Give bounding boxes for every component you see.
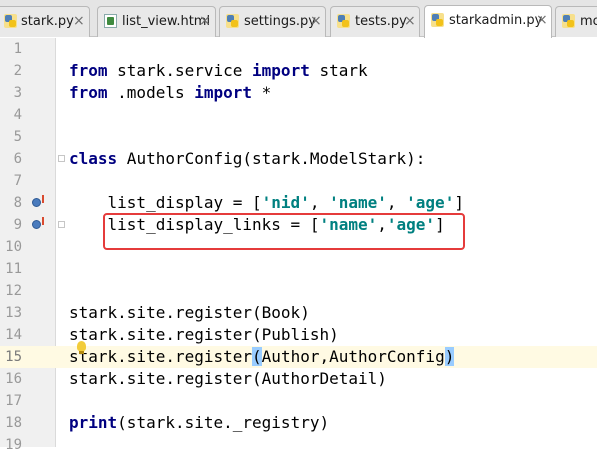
line-number: 2: [13, 63, 22, 79]
line-number: 5: [13, 129, 22, 145]
current-code-line: 15 stark.site.register(Author,AuthorConf…: [0, 346, 597, 368]
line-number: 15: [5, 349, 22, 365]
code-segment: (stark.site._registry): [117, 413, 330, 432]
code-line: 18 print(stark.site._registry): [0, 412, 597, 434]
close-icon[interactable]: ×: [536, 12, 548, 28]
tab-label: list_view.html: [122, 14, 211, 29]
line-number: 19: [5, 437, 22, 453]
code-line: 2 from stark.service import stark: [0, 60, 597, 82]
override-marker-icon[interactable]: [32, 195, 44, 207]
keyword: import: [252, 61, 310, 80]
code-segment: stark.site.register: [69, 347, 253, 366]
code-line: 12: [0, 280, 597, 302]
tab-settings-py[interactable]: settings.py ×: [219, 6, 326, 37]
line-number: 7: [13, 173, 22, 189]
fold-marker-icon[interactable]: [58, 155, 65, 162]
line-number: 1: [13, 41, 22, 57]
tab-label: starkadmin.py: [449, 13, 543, 28]
class-declaration: AuthorConfig(stark.ModelStark):: [117, 149, 426, 168]
code-segment: ,: [386, 193, 407, 212]
matched-paren: ): [444, 347, 455, 366]
code-line: 17: [0, 390, 597, 412]
fold-marker-icon[interactable]: [58, 221, 65, 228]
line-number: 4: [13, 107, 22, 123]
tab-list-view-html[interactable]: list_view.html ×: [97, 6, 216, 37]
code-text: list_display = ['nid', 'name', 'age']: [69, 192, 464, 214]
code-text: class AuthorConfig(stark.ModelStark):: [69, 148, 425, 170]
python-file-icon: [4, 14, 17, 28]
line-number: 8: [13, 195, 22, 211]
code-text: from stark.service import stark: [69, 60, 368, 82]
close-icon[interactable]: ×: [310, 13, 322, 29]
code-text: stark.site.register(Publish): [69, 325, 339, 344]
tab-mo[interactable]: mo: [555, 6, 597, 37]
tab-tests-py[interactable]: tests.py ×: [330, 6, 420, 37]
tab-label: mo: [580, 14, 597, 29]
code-segment: Author,AuthorConfig: [261, 347, 445, 366]
code-text: stark.site.register(Book): [69, 303, 310, 322]
code-line: 3 from .models import *: [0, 82, 597, 104]
close-icon[interactable]: ×: [404, 13, 416, 29]
tab-label: tests.py: [355, 14, 407, 29]
editor-tab-bar: stark.py × list_view.html × settings.py …: [0, 0, 597, 38]
keyword: from: [69, 61, 108, 80]
keyword: from: [69, 83, 108, 102]
python-file-icon: [337, 14, 350, 28]
keyword: print: [69, 413, 118, 432]
tab-label: settings.py: [244, 14, 316, 29]
python-file-icon: [431, 13, 444, 27]
python-file-icon: [562, 14, 575, 28]
code-line: 14 stark.site.register(Publish): [0, 324, 597, 346]
tab-label: stark.py: [21, 14, 74, 29]
code-line: 11: [0, 258, 597, 280]
tab-stark-py[interactable]: stark.py ×: [0, 6, 90, 37]
line-number: 12: [5, 283, 22, 299]
override-marker-icon[interactable]: [32, 217, 44, 229]
matched-paren: (: [252, 347, 262, 366]
line-number: 3: [13, 85, 22, 101]
close-icon[interactable]: ×: [73, 13, 85, 29]
code-line: 1: [0, 38, 597, 60]
line-number: 16: [5, 371, 22, 387]
string-literal: 'name': [329, 193, 387, 212]
code-segment: list_display = [: [69, 193, 262, 212]
annotation-highlight-box: [103, 213, 465, 250]
line-number: 18: [5, 415, 22, 431]
code-line: 13 stark.site.register(Book): [0, 302, 597, 324]
line-number: 11: [5, 261, 22, 277]
line-number: 6: [13, 151, 22, 167]
html-file-icon: [104, 14, 117, 28]
keyword: class: [69, 149, 118, 168]
line-number: 17: [5, 393, 22, 409]
import-target: *: [252, 83, 272, 102]
module-name: .models: [107, 83, 195, 102]
code-line: 6 class AuthorConfig(stark.ModelStark):: [0, 148, 597, 170]
python-file-icon: [226, 14, 239, 28]
code-line: 16 stark.site.register(AuthorDetail): [0, 368, 597, 390]
close-icon[interactable]: ×: [199, 13, 211, 29]
code-text: from .models import *: [69, 82, 271, 104]
code-text: stark.site.register(AuthorDetail): [69, 369, 387, 388]
code-line: 5: [0, 126, 597, 148]
module-name: stark.service: [107, 61, 253, 80]
line-number: 14: [5, 327, 22, 343]
code-line: 7: [0, 170, 597, 192]
lightbulb-icon[interactable]: [77, 341, 86, 354]
string-literal: 'nid': [261, 193, 310, 212]
code-segment: ,: [309, 193, 330, 212]
import-target: stark: [309, 61, 368, 80]
code-line: 8 list_display = ['nid', 'name', 'age']: [0, 192, 597, 214]
line-number: 13: [5, 305, 22, 321]
code-line: 19: [0, 434, 597, 456]
code-text: print(stark.site._registry): [69, 412, 329, 434]
line-number: 10: [5, 239, 22, 255]
code-segment: ]: [454, 193, 464, 212]
line-number: 9: [13, 217, 22, 233]
code-line: 4: [0, 104, 597, 126]
keyword: import: [194, 83, 253, 102]
string-literal: 'age': [406, 193, 455, 212]
tab-starkadmin-py[interactable]: starkadmin.py ×: [424, 5, 552, 38]
code-text: stark.site.register(Author,AuthorConfig): [69, 346, 455, 368]
